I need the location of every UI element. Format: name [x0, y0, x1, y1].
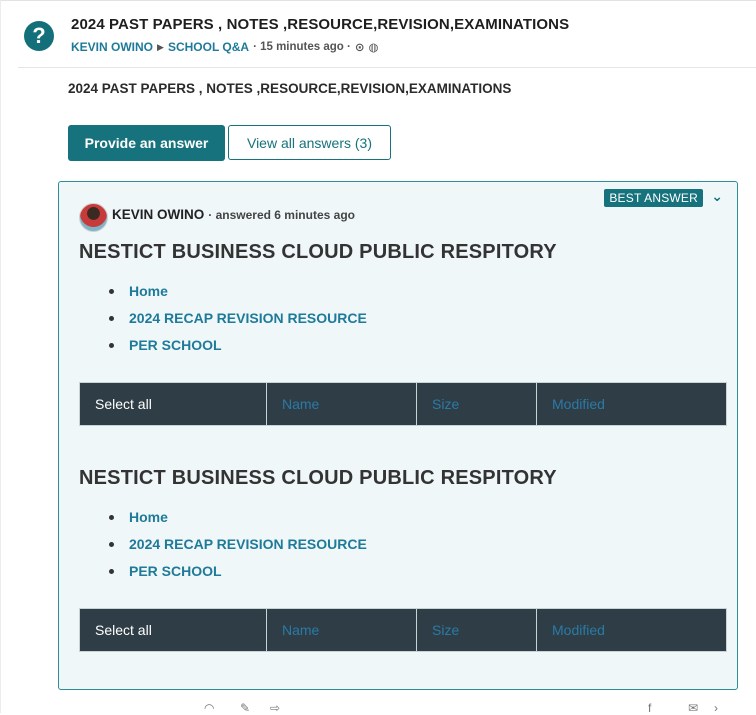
- best-answer-card: BEST ANSWER ⌄ KEVIN OWINO · answered 6 m…: [58, 181, 738, 690]
- link-per-school[interactable]: PER SCHOOL: [109, 332, 727, 359]
- question-icon: ?: [24, 21, 54, 51]
- select-all-button[interactable]: Select all: [80, 609, 267, 651]
- header-divider: [18, 67, 756, 68]
- column-modified[interactable]: Modified: [537, 609, 726, 651]
- top-border: [0, 0, 756, 1]
- link-home[interactable]: Home: [109, 504, 727, 531]
- answer-section-2: NESTICT BUSINESS CLOUD PUBLIC RESPITORY …: [79, 467, 727, 652]
- answer-time: · answered 6 minutes ago: [208, 208, 355, 222]
- share-icon[interactable]: ⇨: [270, 702, 280, 714]
- answer-section-1: NESTICT BUSINESS CLOUD PUBLIC RESPITORY …: [79, 241, 727, 426]
- edit-icon[interactable]: ✎: [240, 702, 250, 714]
- question-body: 2024 PAST PAPERS , NOTES ,RESOURCE,REVIS…: [68, 81, 512, 96]
- link-recap-revision[interactable]: 2024 RECAP REVISION RESOURCE: [109, 531, 727, 558]
- column-size[interactable]: Size: [417, 609, 537, 651]
- answer-author-link[interactable]: KEVIN OWINO: [112, 207, 204, 222]
- column-name[interactable]: Name: [267, 383, 417, 425]
- provide-answer-button[interactable]: Provide an answer: [68, 125, 225, 161]
- file-table-header: Select all Name Size Modified: [79, 382, 727, 426]
- best-answer-badge: BEST ANSWER: [604, 189, 703, 207]
- comment-icon[interactable]: ◠: [204, 702, 214, 714]
- link-per-school[interactable]: PER SCHOOL: [109, 558, 727, 585]
- section-title: NESTICT BUSINESS CLOUD PUBLIC RESPITORY: [79, 241, 557, 263]
- select-all-button[interactable]: Select all: [80, 383, 267, 425]
- clock-icon: ⊙: [354, 42, 365, 54]
- more-icon[interactable]: ›: [714, 702, 718, 714]
- category-link[interactable]: SCHOOL Q&A: [168, 40, 249, 54]
- author-link[interactable]: KEVIN OWINO: [71, 40, 153, 54]
- question-title: 2024 PAST PAPERS , NOTES ,RESOURCE,REVIS…: [71, 16, 570, 33]
- view-all-answers-button[interactable]: View all answers (3): [228, 125, 391, 160]
- column-size[interactable]: Size: [417, 383, 537, 425]
- facebook-icon[interactable]: f: [648, 702, 651, 714]
- file-table-header: Select all Name Size Modified: [79, 608, 727, 652]
- chevron-down-icon[interactable]: ⌄: [711, 188, 723, 205]
- breadcrumb-list: Home 2024 RECAP REVISION RESOURCE PER SC…: [79, 504, 727, 585]
- link-home[interactable]: Home: [109, 278, 727, 305]
- answer-action-bar: ◠ ✎ ⇨ f ✉ ›: [0, 702, 756, 714]
- link-recap-revision[interactable]: 2024 RECAP REVISION RESOURCE: [109, 305, 727, 332]
- column-name[interactable]: Name: [267, 609, 417, 651]
- avatar[interactable]: [79, 203, 108, 232]
- question-time: · 15 minutes ago ·: [253, 41, 351, 53]
- globe-icon: ◍: [368, 42, 379, 54]
- caret-right-icon: ▶: [157, 41, 164, 52]
- email-icon[interactable]: ✉: [688, 702, 698, 714]
- breadcrumb-list: Home 2024 RECAP REVISION RESOURCE PER SC…: [79, 278, 727, 359]
- section-title: NESTICT BUSINESS CLOUD PUBLIC RESPITORY: [79, 467, 557, 489]
- question-meta: KEVIN OWINO ▶ SCHOOL Q&A · 15 minutes ag…: [71, 40, 379, 54]
- answer-author-line: KEVIN OWINO · answered 6 minutes ago: [112, 207, 355, 222]
- column-modified[interactable]: Modified: [537, 383, 726, 425]
- left-border: [0, 0, 1, 713]
